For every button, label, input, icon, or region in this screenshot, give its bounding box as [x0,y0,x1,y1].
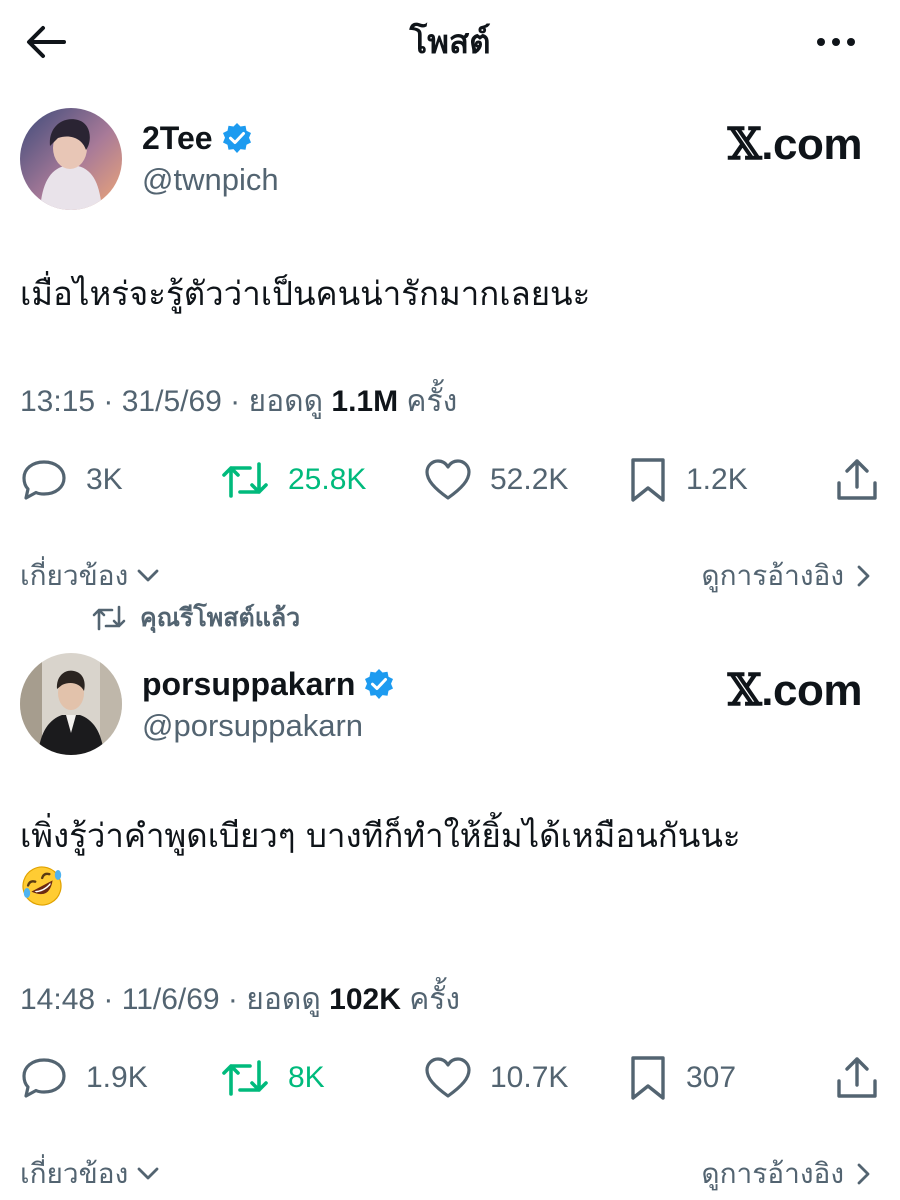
repost-button[interactable]: 8K [220,1056,325,1100]
author-row: 2Tee [142,118,253,158]
author-handle[interactable]: @porsuppakarn [142,706,363,746]
like-button[interactable]: 52.2K [424,458,568,502]
action-bar: 3K 25.8K 52.2K 1.2K [20,455,880,505]
repost-button[interactable]: 25.8K [220,458,366,502]
reply-count: 1.9K [86,1061,148,1094]
author-handle[interactable]: @twnpich [142,160,279,200]
bookmark-count: 307 [686,1061,737,1094]
share-button[interactable] [834,1055,880,1101]
author-name[interactable]: porsuppakarn [142,664,355,704]
repost-icon [222,462,268,498]
tweet-text: เพิ่งรู้ว่าคำพูดเบียวๆ บางทีก็ทำให้ยิ้มไ… [20,812,880,908]
view-quotes-link[interactable]: ดูการอ้างอิง [701,554,872,598]
view-count: 102K [329,983,401,1016]
like-count: 10.7K [490,1061,569,1094]
related-toggle[interactable]: เกี่ยวข้อง [20,1152,160,1196]
author-name[interactable]: 2Tee [142,118,213,158]
rolling-on-floor-laughing-emoji-icon [22,865,62,906]
bookmark-icon [631,458,665,502]
share-icon [837,1057,877,1098]
tweet-text: เมื่อไหร่จะรู้ตัวว่าเป็นคนน่ารักมากเลยนะ [20,274,591,313]
chevron-down-icon [137,569,159,582]
x-com-logo: 𝕏.com [727,665,863,716]
reply-icon [22,460,66,500]
bookmark-button[interactable]: 307 [628,1055,736,1101]
reply-button[interactable]: 1.9K [20,1056,148,1100]
x-com-logo: 𝕏.com [727,119,863,170]
repost-count: 8K [288,1061,325,1094]
like-count: 52.2K [490,463,569,496]
tweet-meta: 14:48 · 11/6/69 · ยอดดู 102K ครั้ง [20,983,461,1016]
chevron-right-icon [857,565,870,587]
avatar[interactable] [20,108,122,210]
tweet-meta: 13:15 · 31/5/69 · ยอดดู 1.1M ครั้ง [20,385,458,418]
repost-icon [222,1060,268,1096]
bookmark-icon [631,1056,665,1100]
more-horizontal-icon [817,38,825,46]
chevron-down-icon [137,1167,159,1180]
action-bar: 1.9K 8K 10.7K 307 [20,1053,880,1103]
heart-icon [425,459,471,500]
repost-count: 25.8K [288,463,367,496]
view-quotes-link[interactable]: ดูการอ้างอิง [701,1152,872,1196]
like-button[interactable]: 10.7K [424,1056,568,1100]
avatar[interactable] [20,653,122,755]
page-title: โพสต์ [409,22,491,61]
share-button[interactable] [834,457,880,503]
reply-button[interactable]: 3K [20,458,123,502]
top-bar: โพสต์ [0,0,900,84]
reply-count: 3K [86,463,123,496]
verified-badge-icon [365,669,394,699]
chevron-right-icon [857,1163,870,1185]
repost-note: คุณรีโพสต์แล้ว [92,598,300,638]
reply-icon [22,1058,66,1098]
related-toggle[interactable]: เกี่ยวข้อง [20,554,160,598]
more-button[interactable] [808,20,864,64]
bookmark-button[interactable]: 1.2K [628,457,748,503]
share-icon [837,459,877,500]
author-row: porsuppakarn [142,664,395,704]
repost-icon [92,605,126,631]
heart-icon [425,1057,471,1098]
verified-badge-icon [222,123,251,153]
view-count: 1.1M [331,385,399,418]
bookmark-count: 1.2K [686,463,748,496]
